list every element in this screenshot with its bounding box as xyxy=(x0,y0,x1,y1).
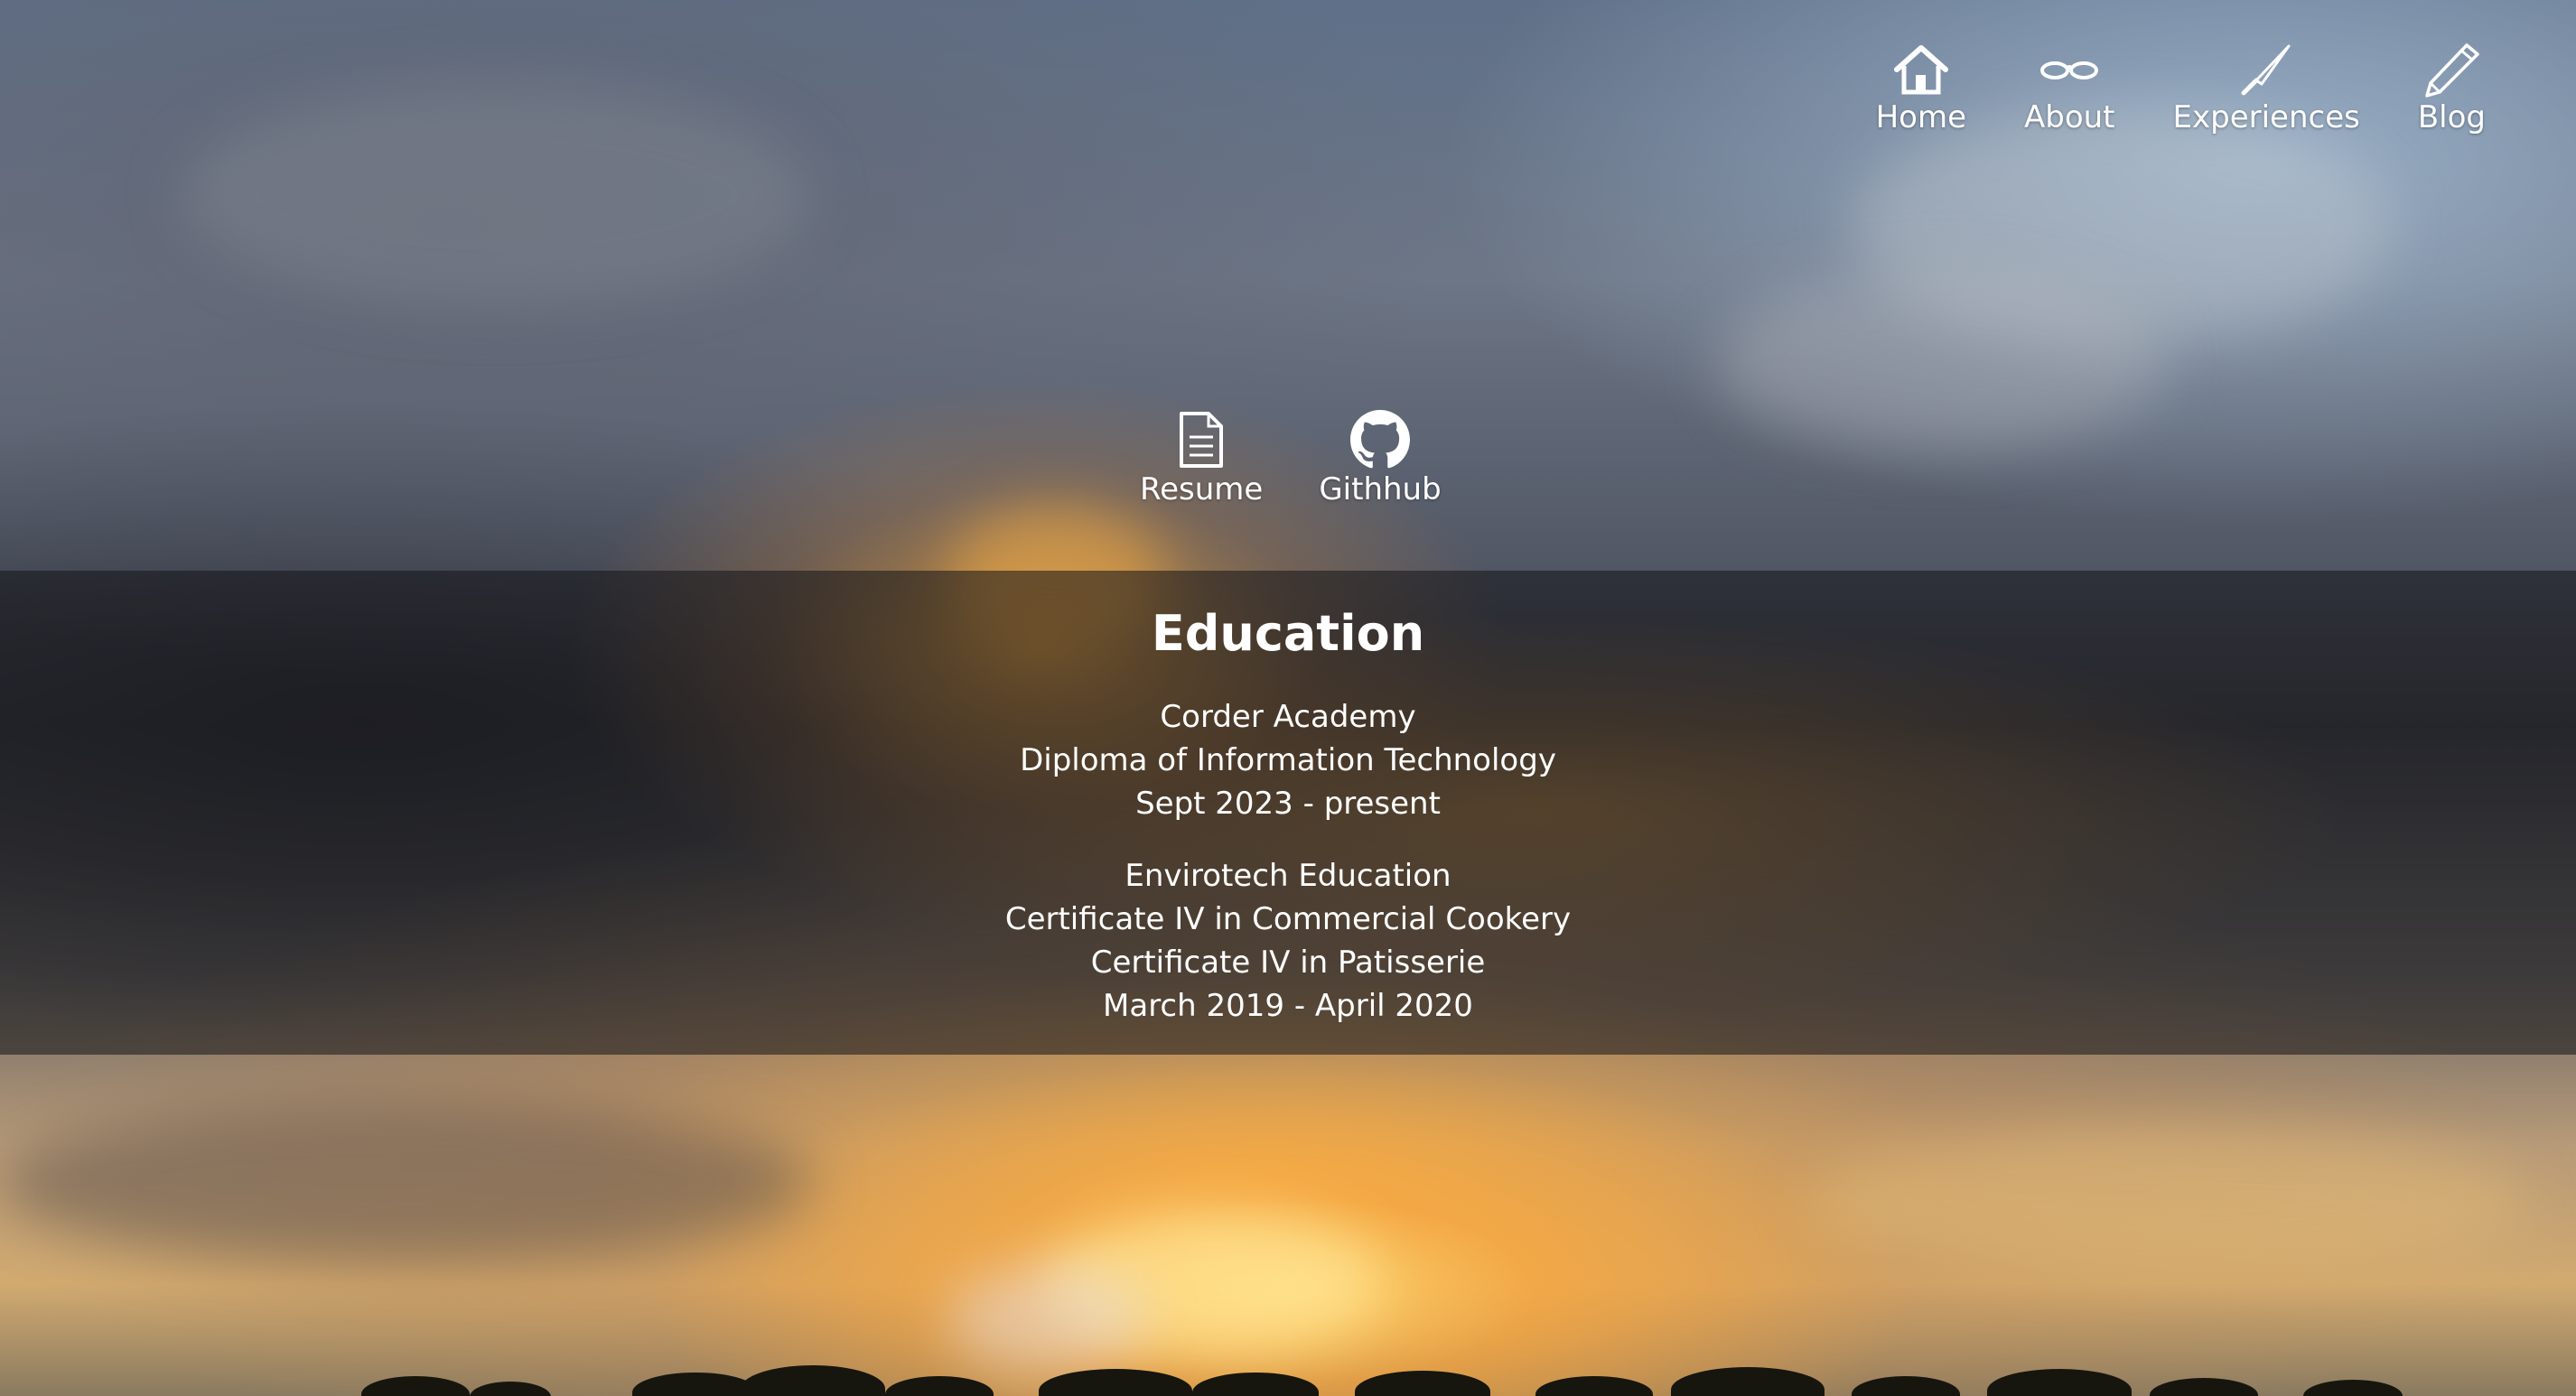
school-name: Envirotech Education xyxy=(1125,858,1451,894)
resume-label: Resume xyxy=(1140,471,1264,507)
education-title: Education xyxy=(1151,605,1425,662)
qualification: Certificate IV in Patisserie xyxy=(1090,945,1486,981)
nav-label-experiences: Experiences xyxy=(2172,99,2360,135)
profile-links: Resume Githhub xyxy=(1140,408,1442,507)
qualification: Diploma of Information Technology xyxy=(1020,742,1556,778)
nav-item-experiences[interactable]: Experiences xyxy=(2144,40,2389,135)
home-icon xyxy=(1890,40,1953,99)
education-entry: Corder Academy Diploma of Information Te… xyxy=(0,695,2576,825)
education-section: Education Corder Academy Diploma of Info… xyxy=(0,571,2576,1055)
document-icon xyxy=(1169,408,1234,471)
github-link[interactable]: Githhub xyxy=(1319,408,1442,507)
treeline xyxy=(0,1365,2576,1396)
knife-icon xyxy=(2235,40,2298,99)
github-icon xyxy=(1348,408,1413,471)
education-entry: Envirotech Education Certificate IV in C… xyxy=(0,854,2576,1028)
pencil-icon xyxy=(2420,40,2483,99)
nav-label-about: About xyxy=(2023,99,2115,135)
date-range: Sept 2023 - present xyxy=(1135,786,1441,822)
nav-item-blog[interactable]: Blog xyxy=(2389,40,2486,135)
school-name: Corder Academy xyxy=(1160,699,1416,735)
qualification: Certificate IV in Commercial Cookery xyxy=(1004,901,1572,937)
glasses-icon xyxy=(2038,40,2101,99)
date-range: March 2019 - April 2020 xyxy=(1103,988,1473,1024)
resume-link[interactable]: Resume xyxy=(1140,408,1263,507)
github-label: Githhub xyxy=(1319,471,1442,507)
main-nav: Home About Experiences Blog xyxy=(1847,40,2486,135)
nav-label-blog: Blog xyxy=(2417,99,2486,135)
nav-item-home[interactable]: Home xyxy=(1847,40,1995,135)
nav-item-about[interactable]: About xyxy=(1995,40,2144,135)
nav-label-home: Home xyxy=(1875,99,1966,135)
